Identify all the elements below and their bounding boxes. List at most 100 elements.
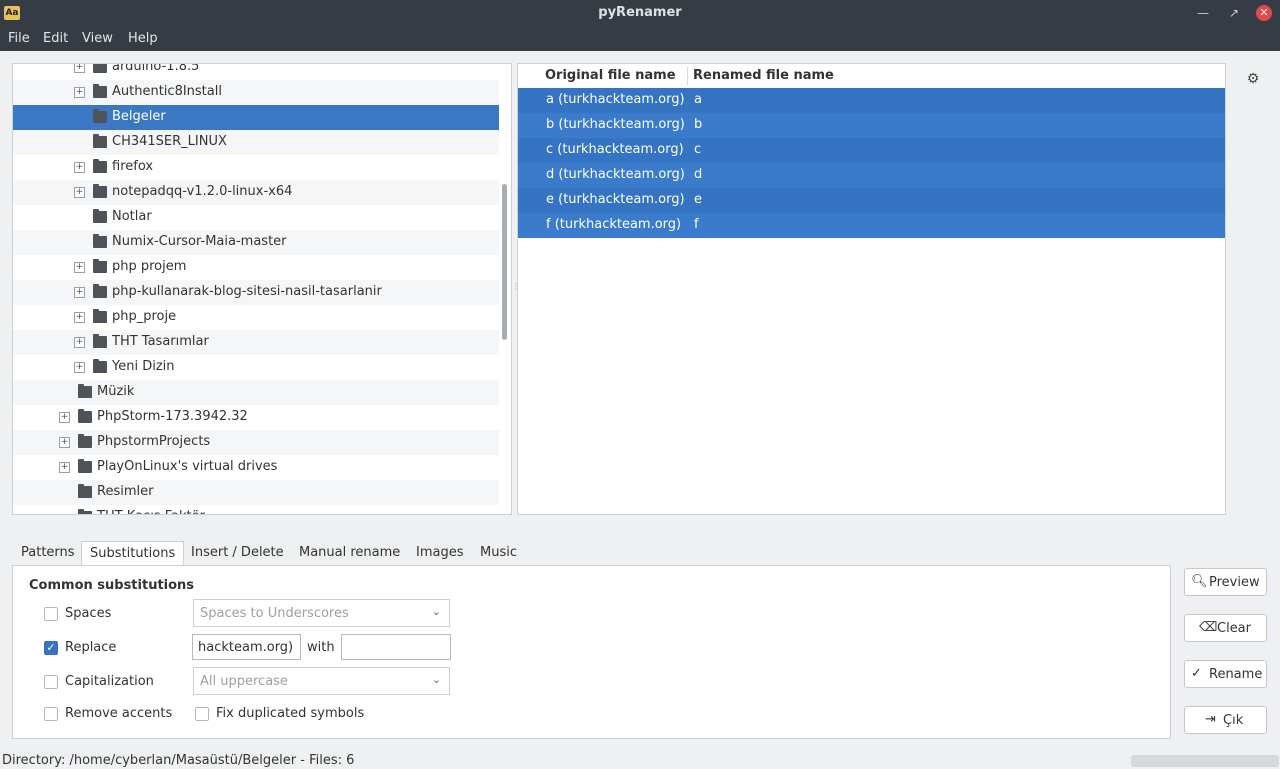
column-renamed-name[interactable]: Renamed file name	[693, 68, 834, 83]
tree-item-label: THT Tasarımlar	[112, 334, 209, 349]
folder-icon	[93, 209, 107, 223]
minimize-icon[interactable]: —	[1194, 4, 1212, 22]
original-file-name: c (turkhackteam.org)	[546, 142, 684, 157]
close-icon[interactable]: ✕	[1256, 5, 1272, 21]
original-file-name: b (turkhackteam.org)	[546, 117, 685, 132]
tree-item[interactable]: THT Kaçış Faktör	[13, 505, 499, 514]
tab-substitutions[interactable]: Substitutions	[81, 541, 185, 567]
original-file-name: d (turkhackteam.org)	[546, 167, 685, 182]
file-row[interactable]: b (turkhackteam.org) b	[518, 113, 1225, 138]
tree-item[interactable]: + THT Tasarımlar	[13, 330, 499, 355]
spaces-select-value: Spaces to Underscores	[200, 606, 349, 621]
tree-item[interactable]: + Authentic8Install	[13, 80, 499, 105]
folder-icon	[93, 184, 107, 198]
rename-button[interactable]: ✓ Rename	[1184, 660, 1267, 688]
tree-item-label: arduino-1.8.5	[112, 63, 200, 74]
tree-item[interactable]: CH341SER_LINUX	[13, 130, 499, 155]
tree-item-label: firefox	[112, 159, 154, 174]
file-row[interactable]: c (turkhackteam.org) c	[518, 138, 1225, 163]
file-row[interactable]: e (turkhackteam.org) e	[518, 188, 1225, 213]
tree-item[interactable]: + php projem	[13, 255, 499, 280]
file-list-header: Original file name Renamed file name	[518, 64, 1225, 88]
menu-view[interactable]: View	[82, 31, 113, 46]
clear-button[interactable]: ⌫ Clear	[1184, 614, 1267, 642]
title-bar: Aa pyRenamer — ↗ ✕	[0, 0, 1280, 27]
quit-button[interactable]: ⇥ Çık	[1184, 706, 1267, 734]
tree-item[interactable]: + arduino-1.8.5	[13, 63, 499, 80]
file-row[interactable]: a (turkhackteam.org) a	[518, 88, 1225, 113]
file-row[interactable]: d (turkhackteam.org) d	[518, 163, 1225, 188]
expander-icon[interactable]: +	[74, 87, 85, 98]
tree-item[interactable]: + PhpstormProjects	[13, 430, 499, 455]
tree-item[interactable]: Resimler	[13, 480, 499, 505]
spaces-checkbox[interactable]	[44, 607, 58, 621]
folder-icon	[93, 359, 107, 373]
remove-accents-checkbox[interactable]	[44, 707, 58, 721]
tab-insert-delete[interactable]: Insert / Delete	[191, 541, 284, 566]
renamed-file-name: c	[694, 142, 702, 157]
tab-patterns[interactable]: Patterns	[21, 541, 75, 566]
file-list[interactable]: Original file name Renamed file name a (…	[517, 63, 1226, 515]
rename-button-label: Rename	[1209, 667, 1263, 682]
expander-icon[interactable]: +	[74, 362, 85, 373]
with-input[interactable]	[341, 634, 451, 660]
expander-icon[interactable]: +	[74, 187, 85, 198]
spaces-select[interactable]: Spaces to Underscores ⌄	[193, 599, 450, 627]
tree-item[interactable]: + PhpStorm-173.3942.32	[13, 405, 499, 430]
original-file-name: a (turkhackteam.org)	[546, 92, 685, 107]
replace-checkbox[interactable]: ✓	[44, 641, 58, 655]
expander-icon[interactable]: +	[59, 462, 70, 473]
renamed-file-name: e	[694, 192, 702, 207]
check-icon: ✓	[1191, 666, 1202, 681]
tree-item[interactable]: + notepadqq-v1.2.0-linux-x64	[13, 180, 499, 205]
tree-item[interactable]: + firefox	[13, 155, 499, 180]
spaces-label: Spaces	[65, 606, 112, 621]
tab-images[interactable]: Images	[416, 541, 464, 566]
preview-button[interactable]: 🔍︎ Preview	[1184, 568, 1267, 596]
folder-icon	[78, 384, 92, 398]
folder-icon	[93, 334, 107, 348]
search-icon: 🔍︎	[1191, 574, 1208, 589]
folder-icon	[78, 434, 92, 448]
tree-item[interactable]: + Yeni Dizin	[13, 355, 499, 380]
tree-item[interactable]: Notlar	[13, 205, 499, 230]
expander-icon[interactable]: +	[74, 262, 85, 273]
menu-edit[interactable]: Edit	[43, 31, 68, 46]
menu-help[interactable]: Help	[128, 31, 158, 46]
tree-item-label: Müzik	[97, 384, 135, 399]
tab-music[interactable]: Music	[480, 541, 517, 566]
tree-item[interactable]: Belgeler	[13, 105, 499, 130]
gear-icon[interactable]: ⚙	[1244, 70, 1262, 88]
menu-file[interactable]: File	[8, 31, 30, 46]
column-original-name[interactable]: Original file name	[545, 68, 676, 83]
pane-splitter[interactable]: ⋮	[512, 283, 520, 297]
tree-item-label: Resimler	[97, 484, 154, 499]
tree-item[interactable]: Müzik	[13, 380, 499, 405]
expander-icon[interactable]: +	[74, 162, 85, 173]
tree-item[interactable]: + php_proje	[13, 305, 499, 330]
file-row[interactable]: f (turkhackteam.org) f	[518, 213, 1225, 238]
expander-icon[interactable]: +	[74, 337, 85, 348]
tree-item[interactable]: Numix-Cursor-Maia-master	[13, 230, 499, 255]
capitalization-select[interactable]: All uppercase ⌄	[193, 667, 450, 695]
tree-item-label: Belgeler	[112, 109, 166, 124]
directory-tree[interactable]: + arduino-1.8.5 + Authentic8Install Belgeler…	[12, 63, 512, 515]
expander-icon[interactable]: +	[74, 312, 85, 323]
quit-button-label: Çık	[1223, 713, 1244, 728]
folder-icon	[93, 259, 107, 273]
tab-manual-rename[interactable]: Manual rename	[299, 541, 400, 566]
expander-icon[interactable]: +	[74, 287, 85, 298]
tree-item[interactable]: + php-kullanarak-blog-sitesi-nasil-tasarl…	[13, 280, 499, 305]
folder-icon	[93, 64, 107, 73]
expander-icon[interactable]: +	[59, 412, 70, 423]
tree-item-label: Yeni Dizin	[112, 359, 175, 374]
tree-item[interactable]: + PlayOnLinux's virtual drives	[13, 455, 499, 480]
fix-duplicated-checkbox[interactable]	[195, 707, 209, 721]
expander-icon[interactable]: +	[59, 437, 70, 448]
replace-input[interactable]: hackteam.org)	[192, 634, 301, 660]
expander-icon[interactable]: +	[74, 64, 85, 73]
substitutions-panel: Common substitutions Spaces Spaces to Un…	[12, 565, 1171, 739]
tree-scrollbar[interactable]	[502, 184, 507, 340]
maximize-icon[interactable]: ↗	[1225, 4, 1243, 22]
capitalization-checkbox[interactable]	[44, 675, 58, 689]
